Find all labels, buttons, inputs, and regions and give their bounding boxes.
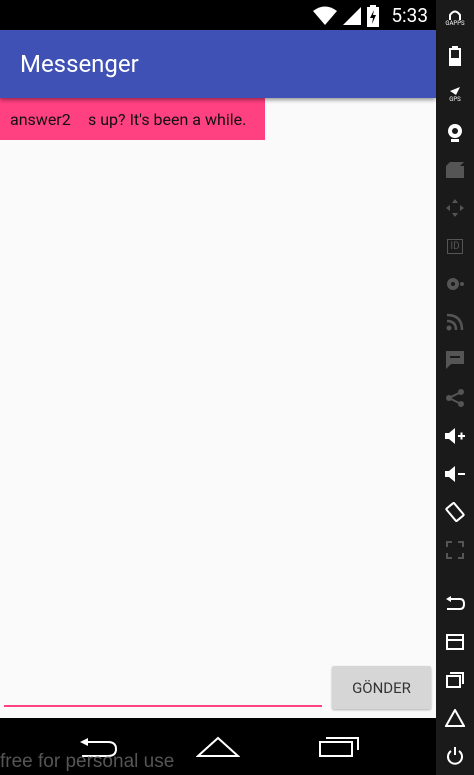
power-icon[interactable] <box>443 744 467 768</box>
app-title: Messenger <box>20 50 139 78</box>
watermark: free for personal use <box>0 751 175 772</box>
screencast-icon[interactable] <box>443 158 467 182</box>
gps-icon[interactable]: GPS <box>443 82 467 106</box>
signal-icon <box>343 6 362 25</box>
battery-icon <box>367 4 380 27</box>
recents-icon[interactable] <box>318 736 362 758</box>
media-icon[interactable] <box>443 272 467 296</box>
app-bar: Messenger <box>0 30 436 98</box>
home-icon[interactable] <box>196 736 240 758</box>
rotate-icon[interactable] <box>443 500 467 524</box>
navigation-bar: free for personal use <box>0 718 436 775</box>
message-sender: answer2 <box>10 110 71 129</box>
emulator-sidebar: GAPPS GPS ID <box>436 0 474 775</box>
fullscreen-icon[interactable] <box>443 538 467 562</box>
volume-up-icon[interactable] <box>443 424 467 448</box>
chat-area: answer2 s up? It's been a while. GÖNDER <box>0 98 436 718</box>
chat-icon[interactable] <box>443 348 467 372</box>
message-input[interactable] <box>4 705 322 707</box>
message-text: s up? It's been a while. <box>88 110 247 129</box>
battery-icon[interactable] <box>443 44 467 68</box>
clock: 5:33 <box>391 4 428 27</box>
gapps-icon[interactable]: GAPPS <box>443 6 467 30</box>
overview-icon[interactable] <box>443 668 467 692</box>
move-icon[interactable] <box>443 196 467 220</box>
back-icon[interactable] <box>443 592 467 616</box>
webcam-icon[interactable] <box>443 120 467 144</box>
share-icon[interactable] <box>443 386 467 410</box>
message-bubble: answer2 s up? It's been a while. <box>0 98 265 140</box>
status-bar: 5:33 <box>0 0 436 30</box>
menu-icon[interactable] <box>443 630 467 654</box>
rss-icon[interactable] <box>443 310 467 334</box>
id-icon[interactable]: ID <box>443 234 467 258</box>
home-icon[interactable] <box>443 706 467 730</box>
wifi-icon <box>313 6 338 25</box>
volume-down-icon[interactable] <box>443 462 467 486</box>
send-button[interactable]: GÖNDER <box>332 666 431 709</box>
